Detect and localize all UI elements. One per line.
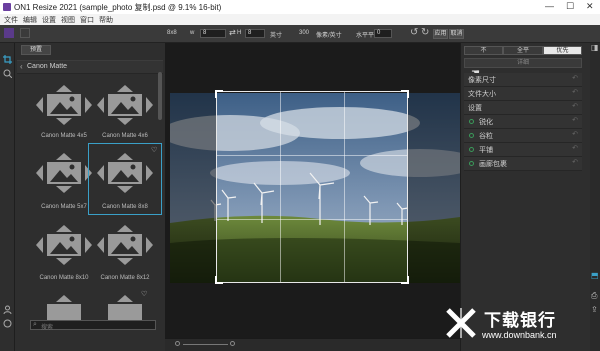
app-icon: [4, 28, 14, 38]
cancel-button[interactable]: 取消: [449, 29, 464, 39]
rotate-left-icon[interactable]: ↺: [410, 27, 418, 38]
width-label: w: [190, 30, 195, 36]
toolbar: 8x8 w 8 ⇄ H 8 英寸 300 像素/英寸 水平平 0 ↺ ↻ 应用 …: [0, 25, 600, 43]
unit-select[interactable]: 英寸: [270, 30, 282, 39]
tab-priority[interactable]: 优先: [543, 46, 582, 55]
crop-handle-tr[interactable]: [401, 90, 409, 98]
zoom-bar: [165, 338, 460, 351]
crop-shade-right: [408, 93, 460, 283]
reset-icon: ↶: [572, 131, 578, 138]
menu-view[interactable]: 视图: [61, 15, 75, 25]
swap-icon[interactable]: ⇄: [229, 28, 236, 37]
preset-thumb-image[interactable]: [95, 151, 155, 195]
row-tiling[interactable]: 平铺 ↶: [464, 143, 582, 157]
reset-icon: ↶: [572, 89, 578, 96]
menu-settings[interactable]: 设置: [42, 15, 56, 25]
row-file-size[interactable]: 文件大小 ↶: [464, 87, 582, 101]
apply-button[interactable]: 应用: [433, 29, 448, 39]
search-placeholder: 搜索: [41, 325, 54, 331]
layer-icon[interactable]: [20, 28, 30, 38]
menu-window[interactable]: 窗口: [80, 15, 94, 25]
tab-level[interactable]: 全平: [503, 46, 543, 55]
title-bar: ON1 Resize 2021 (sample_photo 复制.psd @ 9…: [0, 0, 600, 14]
minimize-button[interactable]: —: [545, 1, 554, 11]
preset-thumb-label: Canon Matte 8x12: [100, 275, 150, 281]
zoom-slider[interactable]: [183, 344, 228, 345]
grid-line: [344, 92, 345, 282]
print-icon[interactable]: ⎙: [591, 291, 597, 301]
preset-button[interactable]: 预置: [21, 45, 51, 55]
preset-thumb-label: Canon Matte 8x8: [102, 204, 148, 210]
grid-line: [217, 155, 407, 156]
help-icon[interactable]: [3, 319, 12, 328]
maximize-button[interactable]: ☐: [566, 1, 574, 12]
height-field[interactable]: 8: [245, 29, 265, 38]
preset-thumb-image[interactable]: [95, 293, 155, 337]
preset-thumb-image[interactable]: [34, 151, 94, 195]
zoom-icon[interactable]: [3, 69, 12, 78]
breadcrumb-label: Canon Matte: [27, 63, 68, 70]
stretch-label: 水平平: [356, 33, 375, 39]
user-icon[interactable]: [3, 305, 12, 314]
panel-toggle-icon[interactable]: ◨: [591, 43, 599, 52]
back-chevron-icon[interactable]: ‹: [20, 62, 23, 71]
zoom-in-icon[interactable]: [230, 341, 235, 346]
export-icon[interactable]: ⬒: [591, 271, 599, 280]
crop-shade-left: [170, 93, 217, 283]
right-icon-strip: ◨ ⬒ ⎙ ⇪: [590, 43, 600, 351]
reset-icon: ↶: [572, 75, 578, 82]
preset-thumb-image[interactable]: [34, 83, 94, 127]
menu-edit[interactable]: 编辑: [23, 15, 37, 25]
crop-handle-br[interactable]: [401, 276, 409, 284]
row-pixel-size[interactable]: 像素尺寸 ↶: [464, 73, 582, 87]
preset-thumb-label: Canon Matte 4x6: [102, 133, 148, 139]
menu-file[interactable]: 文件: [4, 15, 18, 25]
tool-strip: [0, 43, 15, 351]
preset-thumb-image[interactable]: [95, 83, 155, 127]
grid-line: [280, 92, 281, 282]
rotate-right-icon[interactable]: ↻: [421, 27, 429, 38]
crop-box[interactable]: [215, 90, 409, 284]
reset-icon: ↶: [572, 159, 578, 166]
resolution-field[interactable]: 300: [299, 30, 309, 36]
close-button[interactable]: ✕: [586, 1, 594, 12]
reset-icon: ↶: [572, 145, 578, 152]
app-logo-icon: [3, 3, 11, 11]
row-gallery-wrap[interactable]: 画廊包裹 ↶: [464, 157, 582, 171]
toggle-dot-icon: [469, 119, 474, 124]
toggle-dot-icon: [469, 161, 474, 166]
row-grain[interactable]: 谷粒 ↶: [464, 129, 582, 143]
reset-icon: ↶: [572, 117, 578, 124]
toggle-dot-icon: [469, 147, 474, 152]
tab-none[interactable]: 不: [464, 46, 503, 55]
crop-handle-bl[interactable]: [215, 276, 223, 284]
detail-tab[interactable]: 详细: [464, 58, 582, 68]
reset-icon: ↶: [572, 103, 578, 110]
zoom-out-icon[interactable]: [175, 341, 180, 346]
search-input[interactable]: ⌕ 搜索: [30, 320, 156, 331]
crop-handle-tl[interactable]: [215, 90, 223, 98]
window-title: ON1 Resize 2021 (sample_photo 复制.psd @ 9…: [14, 3, 222, 12]
search-icon: ⌕: [33, 321, 37, 328]
resolution-unit[interactable]: 像素/英寸: [316, 30, 342, 39]
row-sharpen[interactable]: 锐化 ↶: [464, 115, 582, 129]
preset-browser: 预置 ‹ Canon Matte Canon Matte 4x5 Canon M…: [15, 43, 165, 351]
toggle-dot-icon: [469, 133, 474, 138]
preset-thumb-image[interactable]: [95, 223, 155, 267]
preset-size[interactable]: 8x8: [167, 30, 177, 36]
height-label: H: [237, 30, 242, 36]
crop-icon[interactable]: [3, 55, 12, 64]
menu-bar: 文件 编辑 设置 视图 窗口 帮助: [0, 14, 600, 25]
grid-line: [217, 219, 407, 220]
menu-help[interactable]: 帮助: [99, 15, 113, 25]
row-settings[interactable]: 设置 ↶: [464, 101, 582, 115]
browser-scrollbar[interactable]: [158, 72, 162, 120]
preset-thumb-image[interactable]: [34, 223, 94, 267]
settings-panel: 不 全平 优先 详细 ☚ 像素尺寸↶ 文件大小↶ 设置↶ 锐化↶ 谷粒↶ 平铺↶…: [460, 43, 590, 351]
width-field[interactable]: 8: [200, 29, 226, 38]
stretch-field[interactable]: 0: [374, 29, 392, 38]
share-icon[interactable]: ⇪: [591, 305, 598, 314]
breadcrumb[interactable]: ‹ Canon Matte: [17, 60, 163, 74]
